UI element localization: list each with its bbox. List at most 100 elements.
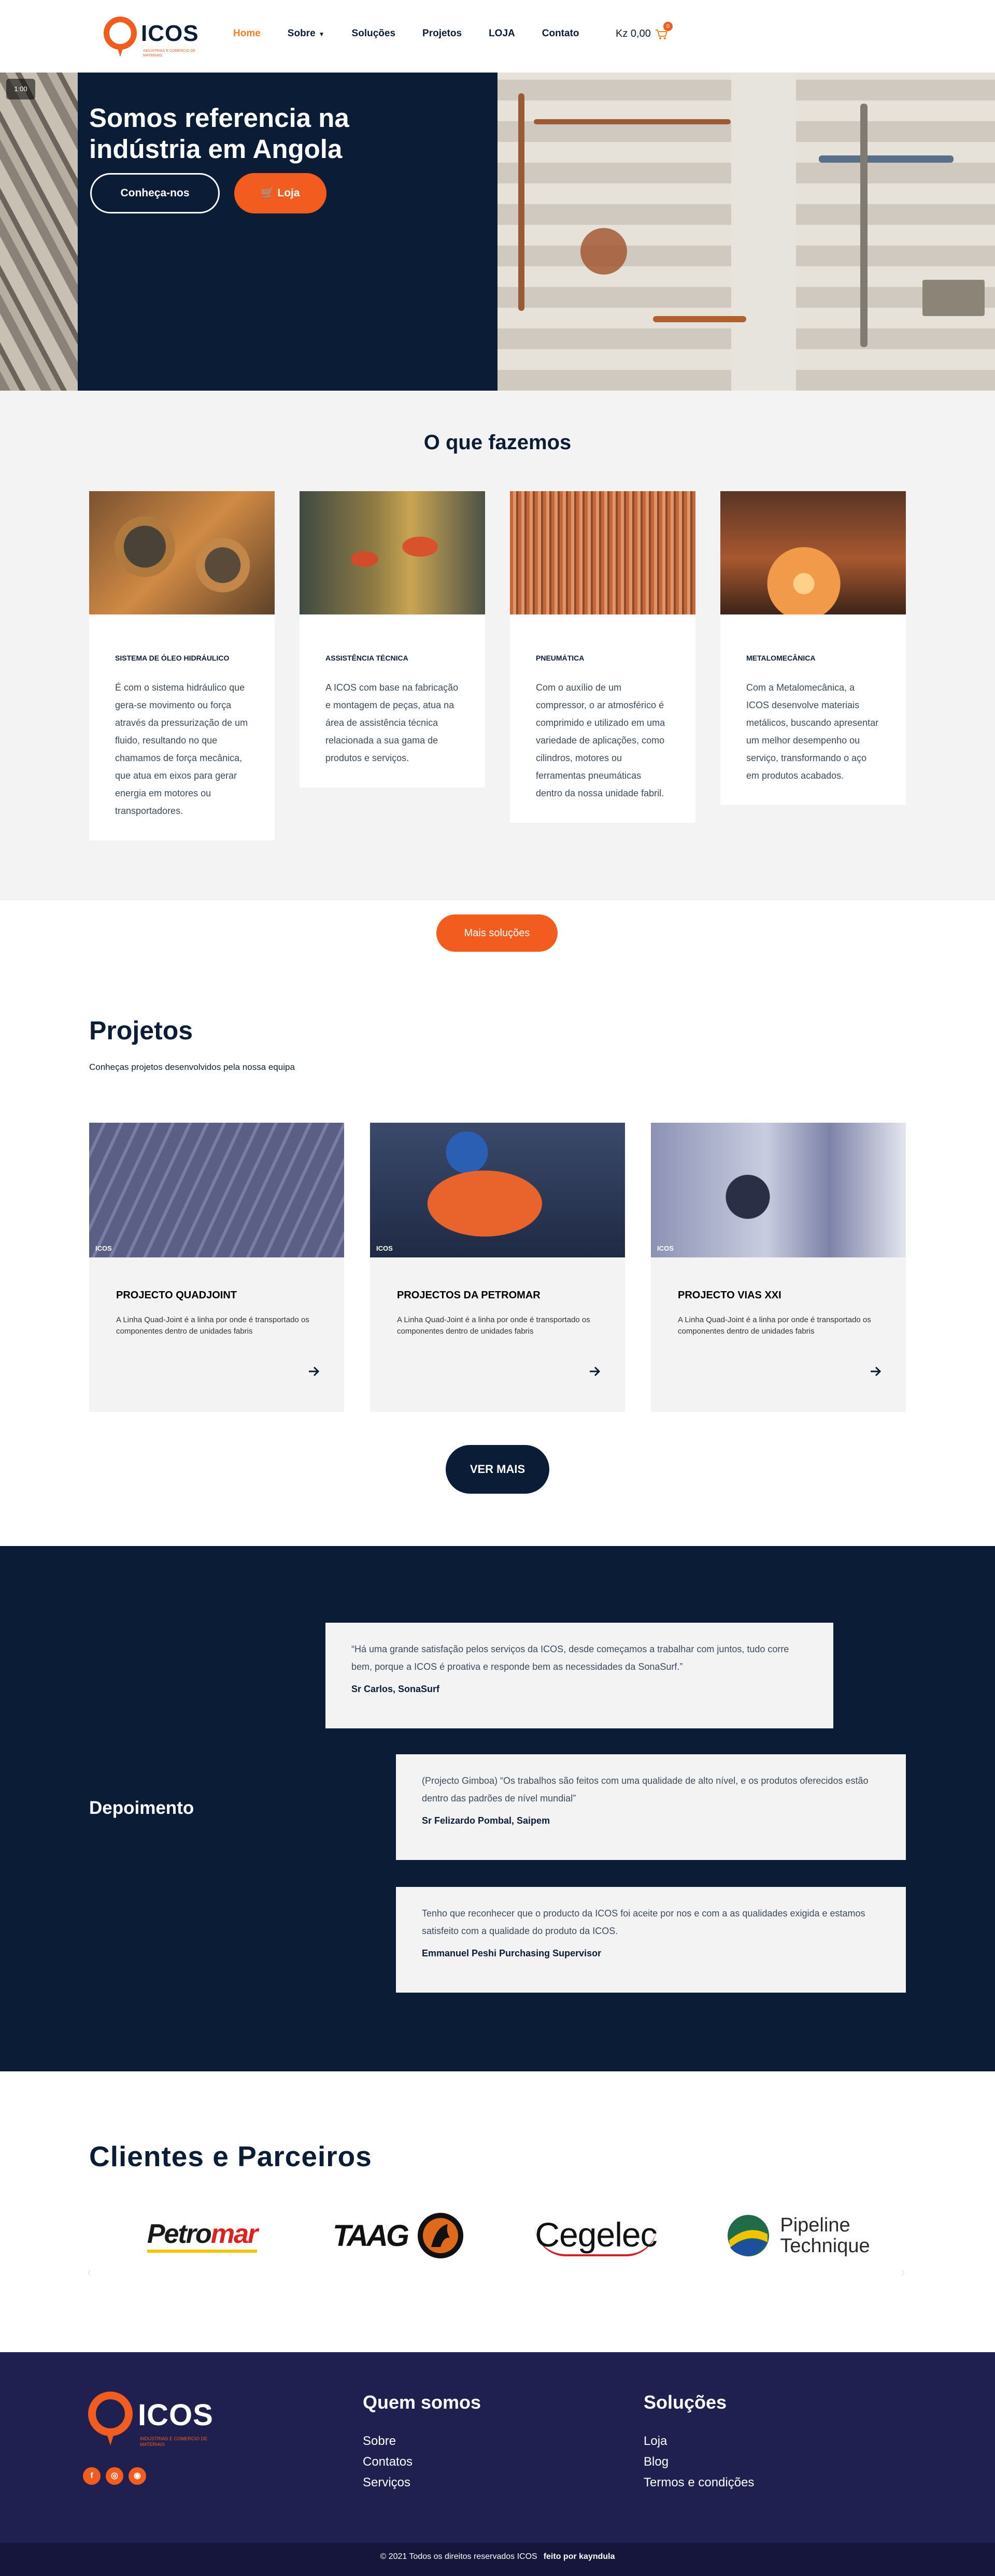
service-card[interactable]: PNEUMÁTICA Com o auxílio de um compresso… (510, 491, 695, 823)
service-text: Com a Metalomecânica, a ICOS desenvolve … (746, 682, 879, 781)
footer-link-sobre[interactable]: Sobre (363, 2431, 413, 2452)
pipeline-globe-icon (728, 2215, 770, 2256)
cart-total: Kz 0,00 (616, 28, 651, 39)
pipeline-logo-line1: Pipeline (780, 2214, 850, 2236)
logo-text: ICOS (141, 21, 199, 46)
icos-logo[interactable]: ICOS Industrias e Comercio de Materiais (104, 17, 199, 58)
project-photo: ICOS (370, 1123, 625, 1257)
footer-col1-title: Quem somos (363, 2392, 481, 2413)
conheca-nos-button[interactable]: Conheça-nos (90, 173, 220, 213)
project-card[interactable]: ICOS PROJECTO QUADJOINT A Linha Quad-Joi… (89, 1123, 344, 1412)
project-text: A Linha Quad-Joint é a linha por onde é … (116, 1315, 309, 1336)
carousel-next-icon[interactable]: › (901, 2264, 905, 2280)
clients-title: Clientes e Parceiros (89, 2140, 372, 2172)
project-photo: ICOS (651, 1123, 906, 1257)
icos-watermark: ICOS (95, 1244, 112, 1252)
cegelec-logo-text: Cegelec (535, 2215, 658, 2256)
testimonials-label: Depoimento (89, 1798, 194, 1818)
youtube-icon[interactable]: ◎ (106, 2467, 123, 2485)
taag-emblem-icon (418, 2213, 463, 2258)
nav-home[interactable]: Home (233, 28, 261, 44)
service-text: É com o sistema hidráulico que gera-se m… (115, 682, 248, 816)
nav-solucoes[interactable]: Soluções (352, 28, 395, 44)
loja-button[interactable]: 🛒 Loja (234, 173, 326, 213)
chevron-down-icon: ▼ (318, 31, 325, 38)
icos-watermark: ICOS (376, 1244, 393, 1252)
logo-ring-icon (88, 2392, 133, 2436)
testimonial-author: Emmanuel Peshi Purchasing Supervisor (422, 1948, 602, 1958)
nav-loja[interactable]: LOJA (489, 28, 515, 44)
service-title: SISTEMA DE ÓLEO HIDRÁULICO (115, 654, 230, 662)
footer-logo-tagline: Industrias e Comercio de Materiais (140, 2436, 208, 2447)
service-title: METALOMECÂNICA (746, 654, 816, 662)
hero-right-photo (497, 73, 995, 391)
footer-link-servicos[interactable]: Serviços (363, 2472, 413, 2493)
project-title: PROJECTO VIAS XXI (678, 1290, 781, 1301)
service-text: Com o auxílio de um compressor, o ar atm… (536, 682, 665, 798)
gears-photo (89, 491, 275, 614)
project-card[interactable]: ICOS PROJECTOS DA PETROMAR A Linha Quad-… (370, 1123, 625, 1412)
project-title: PROJECTO QUADJOINT (116, 1290, 237, 1301)
projects-title: Projetos (89, 1016, 193, 1045)
hero-title: Somos referencia na indústria em Angola (89, 103, 349, 164)
cart-icon: 🛒 (261, 187, 278, 199)
projects-subtitle: Conheças projetos desenvolvidos pela nos… (89, 1062, 295, 1072)
testimonial-author: Sr Felizardo Pombal, Saipem (422, 1815, 550, 1826)
cart-button[interactable]: Kz 0,00 0 (616, 21, 673, 40)
service-card[interactable]: METALOMECÂNICA Com a Metalomecânica, a I… (720, 491, 906, 805)
footer-link-blog[interactable]: Blog (644, 2452, 754, 2472)
testimonial-card: (Projecto Gimboa) “Os trabalhos são feit… (396, 1754, 906, 1860)
service-card[interactable]: SISTEMA DE ÓLEO HIDRÁULICO É com o siste… (89, 491, 275, 840)
arrow-right-icon[interactable] (588, 1364, 602, 1379)
nav-contato[interactable]: Contato (542, 28, 579, 44)
technician-photo (300, 491, 485, 614)
taag-logo[interactable]: TAAG (332, 2202, 466, 2269)
nav-sobre[interactable]: Sobre ▼ (288, 28, 325, 44)
service-card[interactable]: ASSISTÊNCIA TÉCNICA A ICOS com base na f… (300, 491, 485, 788)
copyright: © 2021 Todos os direitos reservados ICOS… (0, 2552, 995, 2561)
arrow-right-icon[interactable] (307, 1364, 321, 1379)
footer-col2-links: Loja Blog Termos e condições (644, 2431, 754, 2493)
project-card[interactable]: ICOS PROJECTO VIAS XXI A Linha Quad-Join… (651, 1123, 906, 1412)
arrow-right-icon[interactable] (869, 1364, 883, 1379)
petromar-logo-text-a: Petro (147, 2219, 212, 2253)
footer-link-loja[interactable]: Loja (644, 2431, 754, 2452)
petromar-logo[interactable]: Petro mar (130, 2202, 275, 2269)
services-title: O que fazemos (423, 431, 572, 454)
pneumatic-photo (510, 491, 695, 614)
video-timestamp: 1:00 (6, 79, 35, 99)
testimonial-quote: (Projecto Gimboa) “Os trabalhos são feit… (422, 1776, 869, 1804)
carousel-prev-icon[interactable]: ‹ (87, 2264, 92, 2280)
hero-left-photo (0, 73, 78, 391)
project-text: A Linha Quad-Joint é a linha por onde é … (397, 1315, 590, 1336)
testimonial-quote: Tenho que reconhecer que o producto da I… (422, 1908, 865, 1936)
logo-pin-icon (106, 2432, 115, 2445)
icos-watermark: ICOS (657, 1244, 674, 1252)
instagram-icon[interactable]: ◉ (129, 2467, 146, 2485)
testimonial-quote: “Há uma grande satisfação pelos serviços… (351, 1644, 789, 1672)
pipeline-logo-line2: Technique (780, 2235, 870, 2257)
footer-logo[interactable]: ICOS Industrias e Comercio de Materiais (88, 2392, 223, 2449)
nav-sobre-label: Sobre (287, 28, 316, 39)
service-title: ASSISTÊNCIA TÉCNICA (325, 654, 408, 662)
project-text: A Linha Quad-Joint é a linha por onde é … (678, 1315, 871, 1336)
testimonial-card: “Há uma grande satisfação pelos serviços… (325, 1623, 833, 1728)
project-title: PROJECTOS DA PETROMAR (397, 1290, 541, 1301)
pipeline-logo-text: Pipeline Technique (780, 2215, 870, 2256)
cegelec-logo[interactable]: Cegelec (518, 2202, 674, 2269)
testimonial-author: Sr Carlos, SonaSurf (351, 1684, 440, 1694)
project-photo: ICOS (89, 1123, 344, 1257)
footer-link-termos[interactable]: Termos e condições (644, 2472, 754, 2493)
logo-tagline: Industrias e Comercio de Materiais (143, 49, 196, 58)
credit-link[interactable]: feito por kayndula (544, 2552, 615, 2561)
facebook-icon[interactable]: f (83, 2467, 101, 2485)
main-nav: Home Sobre ▼ Soluções Projetos LOJA Conta… (233, 28, 579, 44)
footer-link-contatos[interactable]: Contatos (363, 2452, 413, 2472)
mais-solucoes-button[interactable]: Mais soluções (436, 914, 558, 952)
ver-mais-button[interactable]: VER MAIS (446, 1445, 549, 1494)
nav-projetos[interactable]: Projetos (422, 28, 462, 44)
footer-col1-links: Sobre Contatos Serviços (363, 2431, 413, 2493)
pipeline-technique-logo[interactable]: Pipeline Technique (720, 2202, 876, 2269)
cart-count-badge: 0 (663, 21, 673, 31)
taag-logo-text: TAAG (332, 2219, 409, 2253)
